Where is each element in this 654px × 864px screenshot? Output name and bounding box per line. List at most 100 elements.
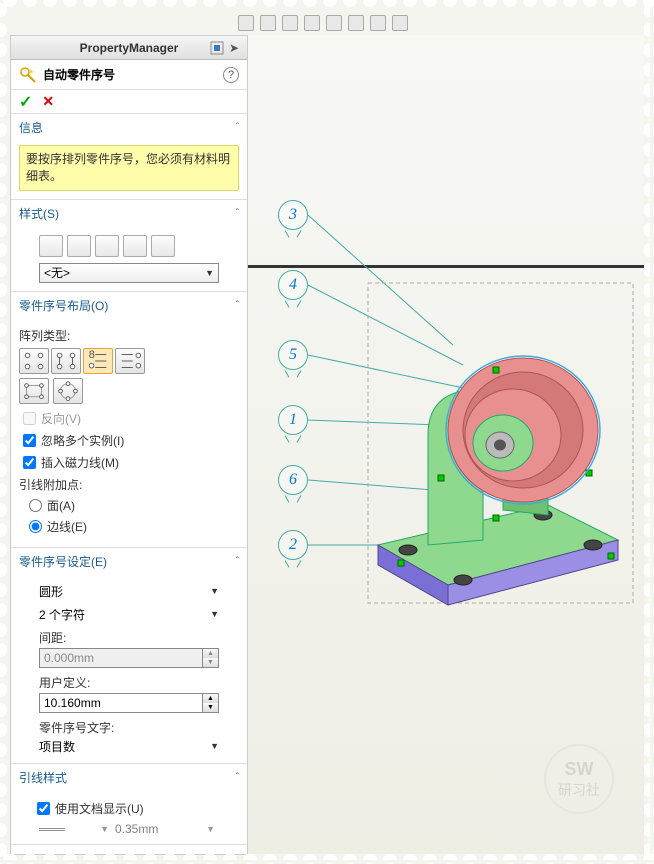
- hide-show-icon[interactable]: [392, 15, 408, 31]
- balloon-5[interactable]: 5: [278, 340, 308, 376]
- magnetic-checkbox[interactable]: 插入磁力线(M): [23, 454, 239, 471]
- shape-value: 圆形: [39, 583, 63, 600]
- reverse-label: 反向(V): [41, 410, 81, 427]
- use-doc-label: 使用文档显示(U): [55, 800, 144, 817]
- balloon-2[interactable]: 2: [278, 530, 308, 566]
- section-icon[interactable]: [304, 15, 320, 31]
- reverse-checkbox: 反向(V): [23, 410, 239, 427]
- settings-title: 零件序号设定(E): [19, 553, 107, 570]
- ignore-label: 忽略多个实例(I): [41, 432, 124, 449]
- chevron-up-icon: ˆ: [236, 772, 239, 783]
- property-manager-panel: PropertyManager ➤ 自动零件序号 ? ✓ ✕ 信息 ˆ 要按序排…: [10, 35, 248, 855]
- spacing-input: 0.000mm ▲▼: [39, 648, 219, 668]
- spacing-value: 0.000mm: [44, 651, 94, 665]
- info-message: 要按序排列零件序号，您必须有材料明细表。: [19, 145, 239, 191]
- magnetic-input[interactable]: [23, 456, 36, 469]
- text-label: 零件序号文字:: [39, 719, 239, 736]
- ok-button[interactable]: ✓: [19, 92, 32, 112]
- user-value: 10.160mm: [44, 696, 101, 710]
- style-add-icon[interactable]: [67, 235, 91, 257]
- style-title: 样式(S): [19, 205, 59, 222]
- attach-label: 引线附加点:: [19, 476, 239, 493]
- style-load-icon[interactable]: [151, 235, 175, 257]
- drawing-border: [248, 265, 644, 268]
- view-orient-icon[interactable]: [326, 15, 342, 31]
- chars-value: 2 个字符: [39, 606, 85, 623]
- ignore-checkbox[interactable]: 忽略多个实例(I): [23, 432, 239, 449]
- layout-section: 零件序号布局(O) ˆ 阵列类型: 8 反向(V) 忽略多个实例(I): [11, 292, 247, 548]
- leader-header[interactable]: 引线样式 ˆ: [11, 764, 247, 791]
- leader-title: 引线样式: [19, 769, 67, 786]
- array-type-label: 阵列类型:: [19, 327, 239, 344]
- style-save-icon[interactable]: [123, 235, 147, 257]
- graphics-viewport[interactable]: 3 4 5 1 6 2: [248, 35, 644, 854]
- spin-up[interactable]: ▲: [202, 694, 218, 703]
- chevron-up-icon: ˆ: [236, 300, 239, 311]
- zoom-area-icon[interactable]: [260, 15, 276, 31]
- cancel-button[interactable]: ✕: [42, 93, 54, 110]
- settings-header[interactable]: 零件序号设定(E) ˆ: [11, 548, 247, 575]
- display-style-icon[interactable]: [370, 15, 386, 31]
- face-radio[interactable]: 面(A): [29, 497, 239, 514]
- balloon-3[interactable]: 3: [278, 200, 308, 236]
- style-favorite-buttons: [39, 235, 239, 257]
- feature-title-bar: 自动零件序号 ?: [11, 60, 247, 90]
- face-label: 面(A): [47, 497, 75, 514]
- help-icon[interactable]: ?: [223, 67, 239, 83]
- balloon-1[interactable]: 1: [278, 405, 308, 441]
- feature-name: 自动零件序号: [43, 66, 115, 83]
- info-header[interactable]: 信息 ˆ: [11, 114, 247, 141]
- ignore-input[interactable]: [23, 434, 36, 447]
- chevron-up-icon: ˆ: [236, 556, 239, 567]
- shape-dropdown[interactable]: 圆形▼: [39, 583, 219, 600]
- edge-radio[interactable]: 边线(E): [29, 518, 239, 535]
- text-value: 项目数: [39, 738, 75, 755]
- watermark: SW 研习社: [544, 744, 614, 814]
- model-preview: [348, 315, 628, 615]
- style-dropdown[interactable]: <无>▼: [39, 263, 219, 283]
- edge-label: 边线(E): [47, 518, 87, 535]
- layout-top-button[interactable]: [19, 378, 49, 404]
- text-dropdown[interactable]: 项目数▼: [39, 738, 219, 755]
- flyout-arrow-icon[interactable]: ➤: [229, 41, 243, 55]
- watermark-bottom: 研习社: [558, 780, 600, 800]
- user-input[interactable]: 10.160mm ▲▼: [39, 693, 219, 713]
- spin-down[interactable]: ▼: [202, 703, 218, 712]
- face-input[interactable]: [29, 499, 42, 512]
- style-apply-icon[interactable]: [39, 235, 63, 257]
- array-type-buttons-2: [19, 378, 239, 404]
- rotate-icon[interactable]: [348, 15, 364, 31]
- pin-icon[interactable]: [209, 40, 225, 56]
- magnetic-label: 插入磁力线(M): [41, 454, 119, 471]
- spacing-label: 间距:: [39, 629, 239, 646]
- layout-circular-button[interactable]: [51, 348, 81, 374]
- reverse-input: [23, 412, 36, 425]
- watermark-top: SW: [565, 759, 594, 780]
- style-selected: <无>: [44, 264, 70, 281]
- layout-right-button[interactable]: [115, 348, 145, 374]
- leader-section: 引线样式 ˆ 使用文档显示(U) ═══▼ 0.35mm▼: [11, 764, 247, 845]
- use-doc-input[interactable]: [37, 802, 50, 815]
- use-doc-checkbox[interactable]: 使用文档显示(U): [37, 800, 239, 817]
- leader-thickness: 0.35mm: [115, 822, 158, 836]
- array-type-buttons: 8: [19, 348, 239, 374]
- chevron-up-icon: ˆ: [236, 122, 239, 133]
- balloon-6[interactable]: 6: [278, 465, 308, 501]
- auto-balloon-icon: [19, 66, 37, 84]
- info-title: 信息: [19, 119, 43, 136]
- style-header[interactable]: 样式(S) ˆ: [11, 200, 247, 227]
- balloon-4[interactable]: 4: [278, 270, 308, 306]
- edge-input[interactable]: [29, 520, 42, 533]
- leader-style-dropdown: ═══▼: [39, 822, 109, 836]
- top-toolbar: [238, 15, 418, 33]
- style-delete-icon[interactable]: [95, 235, 119, 257]
- layout-left-button[interactable]: 8: [83, 348, 113, 374]
- ok-cancel-bar: ✓ ✕: [11, 90, 247, 114]
- zoom-fit-icon[interactable]: [238, 15, 254, 31]
- layout-square-button[interactable]: [19, 348, 49, 374]
- zoom-prev-icon[interactable]: [282, 15, 298, 31]
- pm-header: PropertyManager ➤: [11, 36, 247, 60]
- layout-header[interactable]: 零件序号布局(O) ˆ: [11, 292, 247, 319]
- chars-dropdown[interactable]: 2 个字符▼: [39, 606, 219, 623]
- layout-bottom-button[interactable]: [53, 378, 83, 404]
